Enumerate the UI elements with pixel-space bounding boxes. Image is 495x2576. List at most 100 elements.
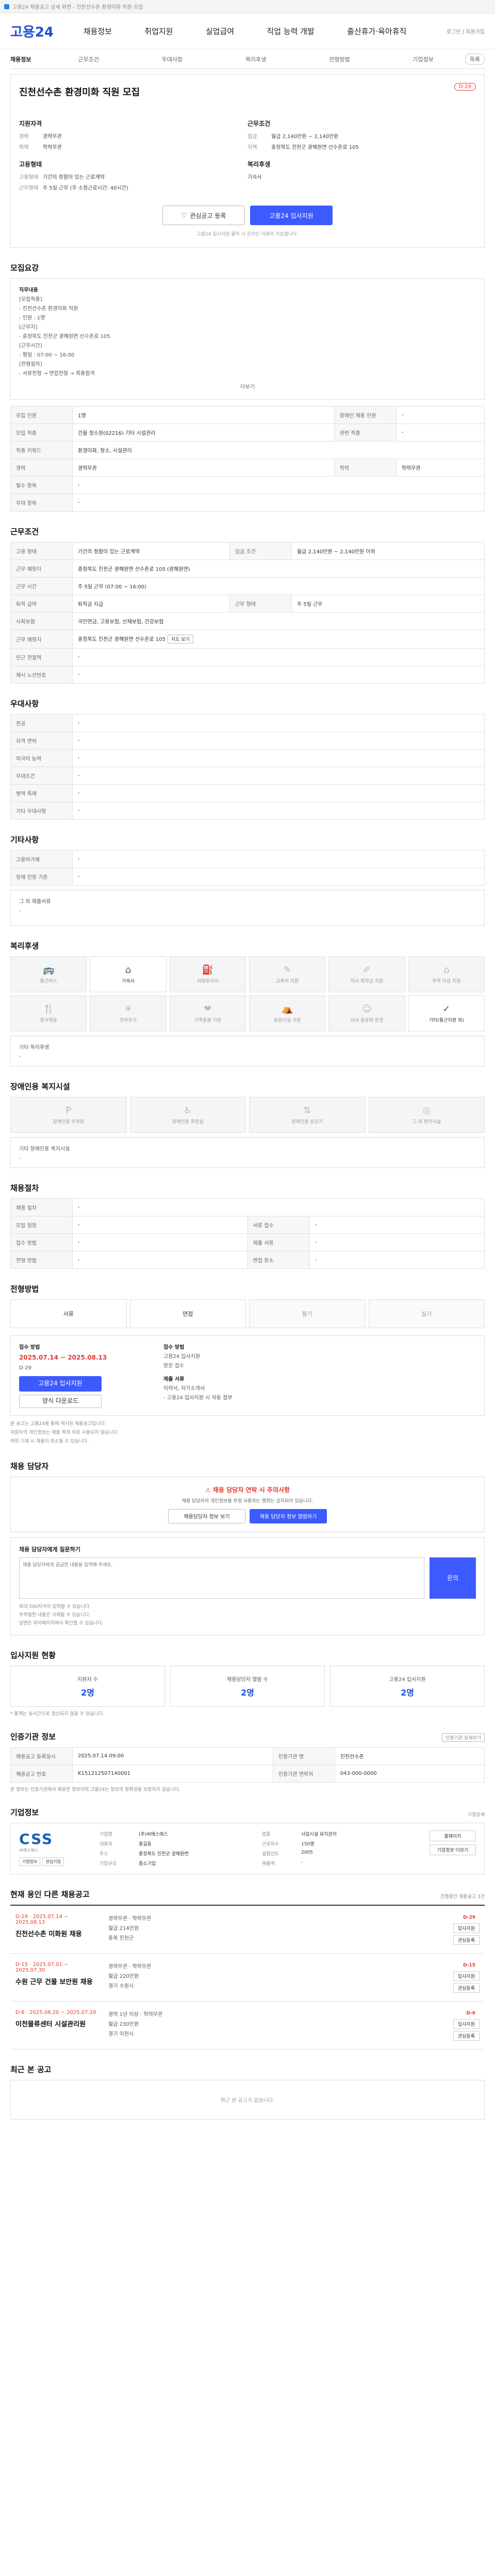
welfare-item: ⛺ 휴양시설 지원 [249, 995, 326, 1031]
warning-icon: ⚠ [205, 1486, 213, 1494]
step-item: 면접 [129, 1299, 246, 1328]
section-title: 입사지원 현황 [10, 1651, 56, 1660]
company-logo-sub: 씨에스에스 [19, 1848, 38, 1853]
warning-title: 채용 담당자 연락 시 주의사항 [212, 1486, 290, 1494]
contact-view-button[interactable]: 채용 담당자 정보 열람하기 [250, 1509, 327, 1523]
table-row: 접수 방법 - 제출 서류 - [10, 1233, 485, 1251]
kv-value: 경력무관 [43, 134, 62, 140]
stat-card: 지원자 수 2명 [10, 1666, 165, 1707]
cert-detail-button[interactable]: 인증기관 상세보기 [441, 1733, 485, 1742]
main-nav: 채용정보 취업지원 실업급여 직업 능력 개발 출산휴가·육아휴직 [67, 26, 423, 37]
welfare-item: ⌂ 기숙사 [90, 956, 167, 992]
nav-item[interactable]: 취업지원 [144, 26, 173, 37]
section-title: 전형방법 [10, 1284, 39, 1294]
job-row[interactable]: D-6 · 2025.06.20 ~ 2025.07.20 이천물류센터 시설관리… [10, 2002, 485, 2050]
welfare-icon: ⛺ [281, 1004, 293, 1014]
process-table: 채용 절차 - 모집 일정 - 서류 접수 - 접수 방법 - 제출 서류 - 전형 방법 - 면… [10, 1198, 485, 1269]
kv-value: 충청북도 진천군 광혜원면 선수촌로 105 [271, 145, 359, 150]
duty-line: - 진천선수촌 환경미화 직원 [19, 306, 78, 312]
job-title[interactable]: 수원 근무 건물 보안원 채용 [15, 1976, 98, 1986]
welfare-icon: ☀ [124, 1004, 133, 1014]
breadcrumb: 채용정보 [10, 56, 31, 63]
company-more-link[interactable]: 기업상세 [468, 1811, 485, 1818]
kv-key: 근무형태 [19, 185, 38, 191]
map-button[interactable]: 지도 보기 [167, 635, 193, 643]
tab-item[interactable]: 우대사항 [130, 55, 214, 63]
nav-item[interactable]: 실업급여 [206, 26, 234, 37]
welfare-label: 자녀 학자금 지원 [350, 979, 384, 984]
contact-info-button[interactable]: 채용담당자 정보 보기 [168, 1509, 245, 1523]
kv-key: 고용형태 [19, 175, 38, 180]
job-scrap-button[interactable]: 관심등록 [453, 2031, 480, 2041]
job-scrap-button[interactable]: 관심등록 [453, 1983, 480, 1993]
job-row[interactable]: D-15 · 2025.07.01 ~ 2025.07.30 수원 근무 건물 보… [10, 1954, 485, 2002]
table-row: 재시 노선번호 - [10, 666, 485, 684]
job-info: 월급 230만원 [108, 2022, 139, 2028]
address: 충청북도 진천군 광혜원면 선수촌로 105 [78, 637, 166, 642]
welfare-icon: ⌂ [125, 964, 131, 975]
table-row: 자격 면허 - [10, 732, 485, 750]
company-detail-link[interactable]: 기업정보 더보기 [430, 1844, 476, 1856]
job-apply-button[interactable]: 입사지원 [453, 2019, 480, 2029]
tab-item[interactable]: 전형방법 [298, 55, 381, 63]
welfare-item: ✎ 교육비 지원 [249, 956, 326, 992]
nav-item[interactable]: 직업 능력 개발 [267, 26, 314, 37]
section-title: 인증기관 정보 [10, 1732, 56, 1742]
job-row[interactable]: D-29 · 2025.07.14 ~ 2025.08.13 진천선수촌 미화원 … [10, 1906, 485, 1954]
duty-line: - 서류전형 → 면접전형 → 최종합격 [19, 371, 95, 377]
duty-line: [모집직종] [19, 297, 42, 302]
section-title: 최근 본 공고 [10, 2065, 52, 2075]
table-row: 근무 예정지 충청북도 진천군 광혜원면 선수촌로 105 (광혜원면) [10, 560, 485, 578]
table-row: 사회보험 국민연금, 고용보험, 산재보험, 건강보험 [10, 612, 485, 630]
table-row: 고용 형태 기간의 정함이 있는 근로계약 임금 조건 월급 2,140만원 ~ 2,… [10, 542, 485, 560]
apply-button[interactable]: 고용24 입사지원 [250, 206, 333, 225]
welfare-item: ☺ 사내 동호회 운영 [328, 995, 405, 1031]
kv-key: 지역 [248, 145, 257, 150]
table-row: 인근 전철역 - [10, 648, 485, 666]
nav-item[interactable]: 출산휴가·육아휴직 [347, 26, 406, 37]
download-form-button[interactable]: 양식 다운로드 [19, 1394, 102, 1408]
section-title: 모집요강 [10, 263, 39, 273]
welfare-item: ❤ 가족돌봄 지원 [169, 995, 246, 1031]
job-apply-button[interactable]: 입사지원 [453, 1923, 480, 1934]
ask-input[interactable] [19, 1557, 424, 1599]
apply-title: 접수 방법 [19, 1345, 40, 1350]
site-logo[interactable]: 고용24 [10, 22, 67, 41]
list-button[interactable]: 목록 [465, 53, 485, 65]
work-table: 고용 형태 기간의 정함이 있는 근로계약 임금 조건 월급 2,140만원 ~ 2,… [10, 542, 485, 684]
tab-item[interactable]: 기업정보 [381, 55, 465, 63]
homepage-link[interactable]: 홈페이지 [430, 1831, 476, 1842]
job-dates: D-29 · 2025.07.14 ~ 2025.08.13 [15, 1914, 69, 1926]
stat-card: 고용24 입사지원 2명 [330, 1666, 485, 1707]
etc-note-value: - [19, 908, 21, 914]
tab-item[interactable]: 복리후생 [214, 55, 298, 63]
job-title: 진천선수촌 환경미화 직원 모집 [19, 87, 140, 98]
apply-method-button[interactable]: 고용24 입사지원 [19, 1376, 102, 1392]
more-button[interactable]: 더보기 [19, 383, 476, 392]
apply-note: 고용24 입사지원 클릭 시 온라인 지원이 가능합니다. [196, 232, 299, 237]
tab-item[interactable]: 근무조건 [46, 55, 130, 63]
header-utility-links[interactable]: 로그인 | 회원가입 [423, 27, 485, 35]
duty-box: 직무내용 [모집직종] - 진천선수촌 환경미화 직원 - 인원 : 1명 [근… [10, 278, 485, 400]
job-info: 경기 수원시 [108, 1984, 134, 1990]
scrap-button[interactable]: ♡ 관심공고 등록 [162, 206, 245, 225]
topbar-text: 고용24 채용공고 상세 화면 - 진천선수촌 환경미화 직원 모집 [12, 5, 143, 10]
company-follow-button[interactable]: 관심기업 [42, 1857, 64, 1867]
company-info-button[interactable]: 기업정보 [19, 1857, 41, 1867]
duty-line: [전형절차] [19, 362, 42, 367]
disabled-other-value: - [19, 1156, 21, 1161]
etc-table: 고용허가제 - 장애 인정 기준 - [10, 850, 485, 886]
job-title[interactable]: 이천물류센터 시설관리원 [15, 2019, 98, 2028]
cert-note: 본 정보는 인증기관에서 제공한 정보이며 고용24는 정보의 정확성을 보증하… [10, 1787, 180, 1793]
table-row: 모집 인원 1명 장애인 채용 인원 - [10, 406, 485, 424]
section-tabs: 채용정보 근무조건 우대사항 복리후생 전형방법 기업정보 목록 [10, 49, 485, 69]
duty-line: [근무시간] [19, 343, 42, 349]
ask-submit-button[interactable]: 문의 [430, 1557, 476, 1599]
job-apply-button[interactable]: 입사지원 [453, 1971, 480, 1981]
section-title: 기타사항 [10, 835, 39, 844]
job-scrap-button[interactable]: 관심등록 [453, 1935, 480, 1945]
nav-item[interactable]: 채용정보 [84, 26, 112, 37]
job-dates: D-6 · 2025.06.20 ~ 2025.07.20 [15, 2010, 96, 2016]
job-title[interactable]: 진천선수촌 미화원 채용 [15, 1928, 98, 1938]
ask-box: 채용 담당자에게 질문하기 문의 최대 500자까지 입력할 수 있습니다. 부… [10, 1537, 485, 1636]
